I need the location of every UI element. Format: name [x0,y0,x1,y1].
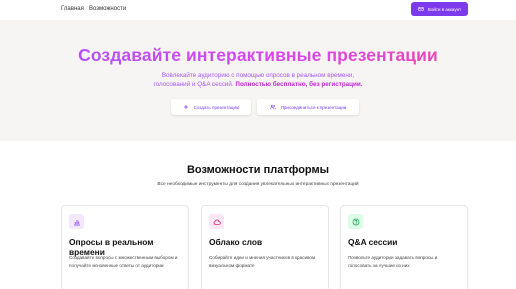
features-subtitle: Все необходимые инструменты для создания… [157,182,359,187]
join-presentation-label: Присоединиться к презентации [280,104,347,110]
features-section: Возможности платформы Все необходимые ин… [0,141,516,289]
feature-card-description: Создавайте вопросы с множественным выбор… [69,255,178,268]
features-title: Возможности платформы [186,164,330,176]
feature-card-title: Облако слов [209,237,263,247]
cloud-icon [209,214,224,229]
top-navbar: Главная Возможности Войти в аккаунт [0,0,516,20]
bar-chart-icon [69,214,84,229]
login-icon [418,6,424,12]
create-presentation-label: Создать презентацию [193,104,240,110]
feature-card-title: Q&A сессии [348,237,398,247]
hero-section: Создавайте интерактивные презентации Вов… [0,20,516,141]
join-presentation-button[interactable]: Присоединиться к презентации [257,99,359,115]
feature-card-description: Собирайте идеи и мнения участников в кра… [209,255,316,268]
hero-subtitle-text: голосований и Q&A сессий. [153,81,236,88]
hero-subtitle-line2: голосований и Q&A сессий. Полностью бесп… [0,80,516,90]
create-presentation-button[interactable]: Создать презентацию [171,99,251,115]
feature-card-description: Позвольте аудитории задавать вопросы и г… [348,255,438,268]
hero-title: Создавайте интерактивные презентации [0,45,516,66]
question-circle-icon [348,214,363,229]
nav-link-home[interactable]: Главная [61,6,84,12]
feature-card-qa: Q&A сессии Позвольте аудитории задавать … [340,205,468,289]
nav-link-features[interactable]: Возможности [89,6,126,12]
login-button[interactable]: Войти в аккаунт [411,2,468,16]
login-button-label: Войти в аккаунт [427,6,462,12]
hero-subtitle-emphasis: Полностью бесплатно, без регистрации. [235,81,363,88]
feature-card-wordcloud: Облако слов Собирайте идеи и мнения учас… [201,205,329,289]
feature-card-polls: Опросы в реальном времени Создавайте воп… [61,205,189,289]
plus-icon [183,105,188,109]
users-icon [269,104,276,110]
